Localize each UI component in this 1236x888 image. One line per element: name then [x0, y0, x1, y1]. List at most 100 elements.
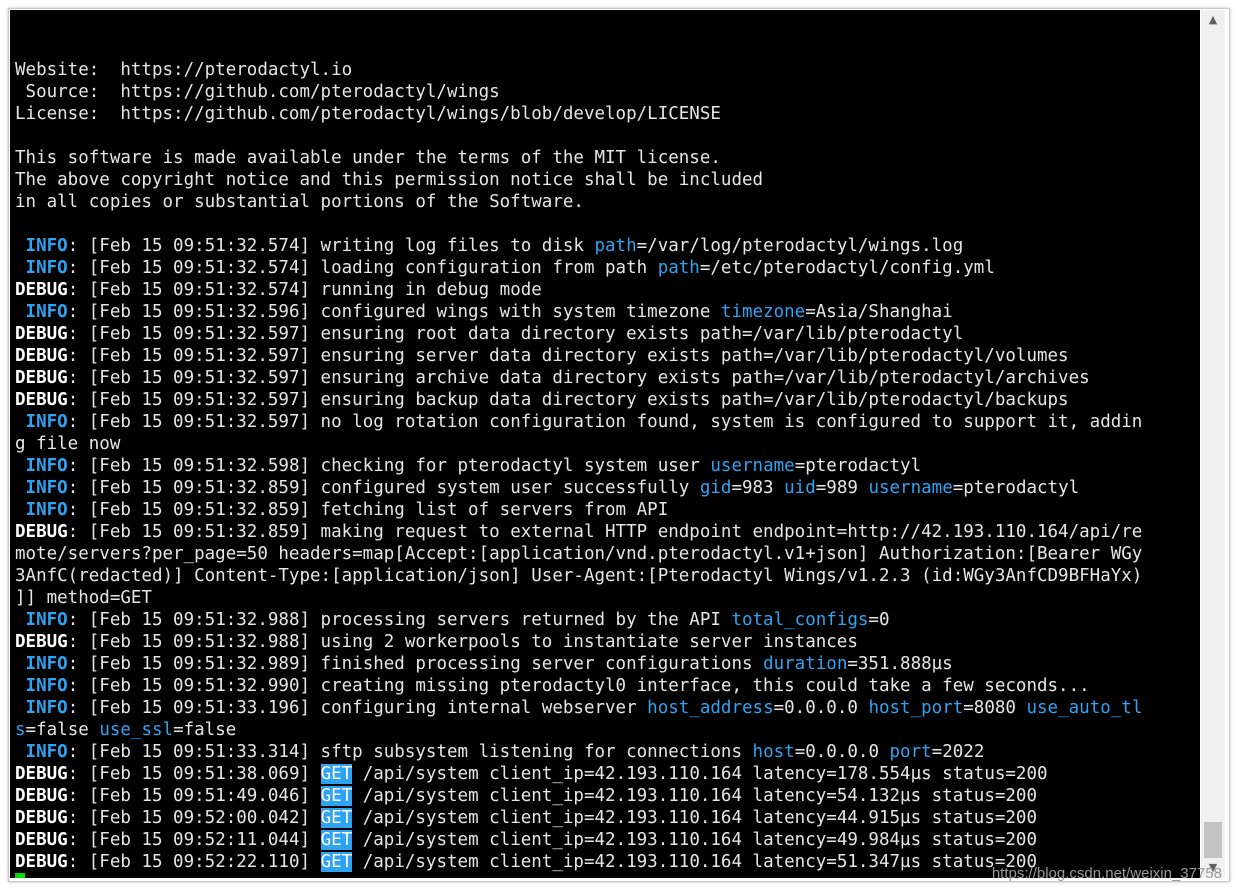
log-level-debug: DEBUG [15, 786, 68, 806]
log-level-debug: DEBUG [15, 522, 68, 542]
log-text: =pterodactyl [794, 456, 922, 476]
terminal-line: s=false use_ssl=false [15, 719, 1142, 741]
log-text: /api/system client_ip=42.193.110.164 lat… [352, 764, 1048, 784]
log-level-info: INFO [15, 500, 68, 520]
log-field-key: duration [763, 654, 848, 674]
log-text: : [Feb 15 09:51:32.574] writing log file… [67, 236, 595, 256]
log-level-info: INFO [15, 236, 68, 256]
prompt-line [15, 873, 1142, 878]
terminal-line: INFO: [Feb 15 09:51:32.574] writing log … [15, 235, 1142, 257]
terminal-line: INFO: [Feb 15 09:51:32.597] no log rotat… [15, 411, 1143, 433]
log-text: g file now [15, 434, 121, 454]
log-field-key: username [868, 478, 953, 498]
log-text: : [Feb 15 09:51:32.596] configured wings… [67, 302, 721, 322]
terminal-line: The above copyright notice and this perm… [15, 169, 1142, 191]
log-level-info: INFO [15, 698, 68, 718]
scroll-up-arrow-icon[interactable]: ▲ [1201, 10, 1225, 30]
log-text: : [Feb 15 09:51:38.069] [67, 764, 321, 784]
log-level-debug: DEBUG [15, 280, 68, 300]
log-text: =false [25, 720, 100, 740]
log-field-key: path [594, 236, 637, 256]
terminal-line: DEBUG: [Feb 15 09:52:22.110] GET /api/sy… [15, 851, 1142, 873]
terminal-output[interactable]: Website: https://pterodactyl.io Source: … [10, 10, 1200, 878]
terminal-line: ]] method=GET [15, 587, 1142, 609]
terminal-line: Source: https://github.com/pterodactyl/w… [15, 81, 1142, 103]
log-text: =/etc/pterodactyl/config.yml [699, 258, 995, 278]
log-text: : [Feb 15 09:51:32.988] using 2 workerpo… [67, 632, 858, 652]
log-text: =2022 [931, 742, 985, 762]
terminal-line: DEBUG: [Feb 15 09:51:32.597] ensuring ro… [15, 323, 1142, 345]
log-text: /api/system client_ip=42.193.110.164 lat… [352, 830, 1038, 850]
log-field-key: use_ssl [99, 720, 174, 740]
log-field-key: path [657, 258, 700, 278]
log-text: License: https://github.com/pterodactyl/… [15, 104, 721, 124]
terminal-line: INFO: [Feb 15 09:51:32.988] processing s… [15, 609, 1142, 631]
terminal-line: DEBUG: [Feb 15 09:51:32.574] running in … [15, 279, 1142, 301]
log-level-debug: DEBUG [15, 852, 68, 872]
log-text: Source: https://github.com/pterodactyl/w… [15, 82, 500, 102]
terminal-line: INFO: [Feb 15 09:51:32.596] configured w… [15, 301, 1142, 323]
log-field-key: total_configs [731, 610, 869, 630]
log-level-debug: DEBUG [15, 830, 68, 850]
log-text: : [Feb 15 09:51:32.859] fetching list of… [67, 500, 669, 520]
terminal-line: mote/servers?per_page=50 headers=map[Acc… [15, 543, 1142, 565]
terminal-line: INFO: [Feb 15 09:51:32.990] creating mis… [15, 675, 1142, 697]
terminal-line: DEBUG: [Feb 15 09:51:49.046] GET /api/sy… [15, 785, 1142, 807]
log-text: : [Feb 15 09:51:32.574] running in debug… [67, 280, 542, 300]
log-level-info: INFO [15, 258, 68, 278]
terminal-line: DEBUG: [Feb 15 09:51:32.597] ensuring ba… [15, 389, 1142, 411]
log-level-info: INFO [15, 302, 68, 322]
terminal-line: Website: https://pterodactyl.io [15, 59, 1142, 81]
terminal-line: DEBUG: [Feb 15 09:51:32.859] making requ… [15, 521, 1142, 543]
log-text: : [Feb 15 09:51:32.859] configured syste… [67, 478, 700, 498]
log-text: The above copyright notice and this perm… [15, 170, 764, 190]
http-method-badge: GET [320, 852, 353, 872]
log-level-debug: DEBUG [15, 390, 68, 410]
watermark: https://blog.csdn.net/weixin_37758 [991, 865, 1222, 882]
log-text: : [Feb 15 09:51:32.597] ensuring server … [67, 346, 1069, 366]
terminal-line: INFO: [Feb 15 09:51:33.314] sftp subsyst… [15, 741, 1142, 763]
log-field-key: host_port [868, 698, 964, 718]
log-text: : [Feb 15 09:51:32.598] checking for pte… [67, 456, 711, 476]
scrollbar-thumb[interactable] [1204, 822, 1222, 858]
log-text: =983 [731, 478, 785, 498]
log-text: =989 [815, 478, 869, 498]
log-text: =Asia/Shanghai [805, 302, 953, 322]
log-level-debug: DEBUG [15, 324, 68, 344]
terminal-line: DEBUG: [Feb 15 09:52:11.044] GET /api/sy… [15, 829, 1142, 851]
terminal-line: License: https://github.com/pterodactyl/… [15, 103, 1142, 125]
terminal-line: DEBUG: [Feb 15 09:51:32.597] ensuring ar… [15, 367, 1142, 389]
cursor-icon [15, 873, 25, 878]
log-text: : [Feb 15 09:51:32.597] ensuring root da… [67, 324, 964, 344]
terminal-line: INFO: [Feb 15 09:51:32.859] fetching lis… [15, 499, 1142, 521]
log-level-debug: DEBUG [15, 368, 68, 388]
log-level-debug: DEBUG [15, 632, 68, 652]
log-level-debug: DEBUG [15, 808, 68, 828]
log-text: : [Feb 15 09:51:32.574] loading configur… [67, 258, 658, 278]
log-level-info: INFO [15, 742, 68, 762]
log-text: =0.0.0.0 [773, 698, 869, 718]
log-text: : [Feb 15 09:51:32.597] ensuring archive… [67, 368, 1090, 388]
terminal-line: DEBUG: [Feb 15 09:52:00.042] GET /api/sy… [15, 807, 1142, 829]
log-field-key: s [15, 720, 26, 740]
http-method-badge: GET [320, 830, 353, 850]
log-text: /api/system client_ip=42.193.110.164 lat… [352, 786, 1038, 806]
log-text: : [Feb 15 09:51:32.989] finished process… [67, 654, 764, 674]
log-text: : [Feb 15 09:52:11.044] [67, 830, 321, 850]
log-field-key: timezone [720, 302, 806, 322]
log-level-info: INFO [15, 610, 68, 630]
vertical-scrollbar[interactable]: ▲ ▼ [1201, 10, 1225, 878]
log-text: : [Feb 15 09:51:49.046] [67, 786, 321, 806]
http-method-badge: GET [320, 764, 353, 784]
terminal-line: g file now [15, 433, 1142, 455]
http-method-badge: GET [320, 786, 353, 806]
terminal-line: INFO: [Feb 15 09:51:33.196] configuring … [15, 697, 1143, 719]
terminal-line: DEBUG: [Feb 15 09:51:32.597] ensuring se… [15, 345, 1142, 367]
log-text: : [Feb 15 09:52:22.110] [67, 852, 321, 872]
log-text: /api/system client_ip=42.193.110.164 lat… [352, 808, 1038, 828]
log-text: =0 [868, 610, 890, 630]
log-text: : [Feb 15 09:51:32.859] making request t… [67, 522, 1143, 542]
log-level-info: INFO [15, 478, 68, 498]
terminal-line: DEBUG: [Feb 15 09:51:38.069] GET /api/sy… [15, 763, 1142, 785]
